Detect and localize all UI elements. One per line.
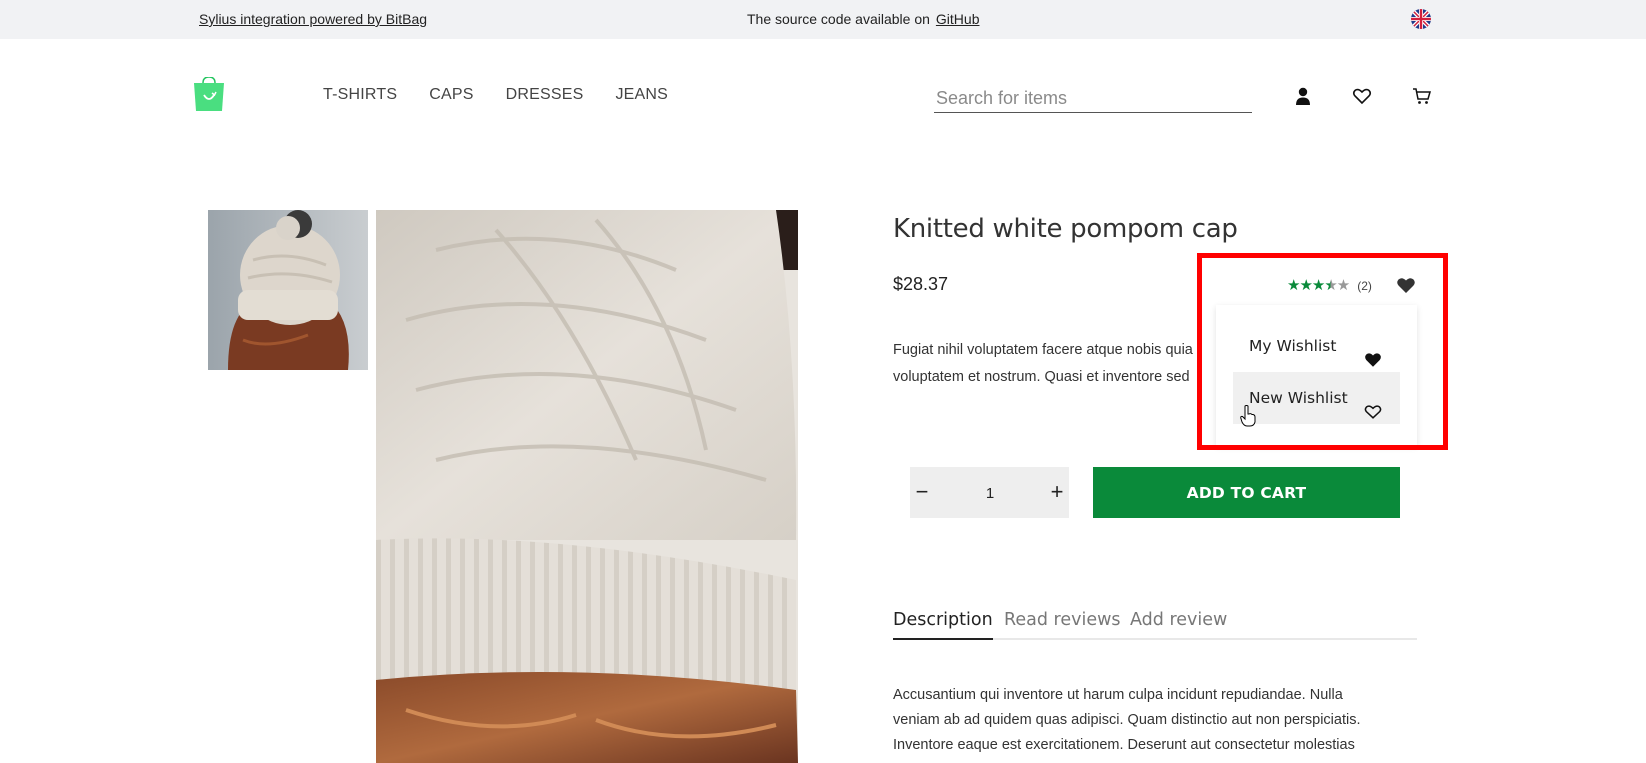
product-description: Fugiat nihil voluptatem facere atque nob…	[893, 337, 1213, 391]
top-bar: Sylius integration powered by BitBag The…	[0, 0, 1646, 39]
hand-cursor-icon	[1240, 405, 1256, 427]
bitbag-link[interactable]: Sylius integration powered by BitBag	[199, 11, 427, 27]
star-empty-icon: ★	[1336, 277, 1350, 294]
nav-item-dresses[interactable]: DRESSES	[506, 86, 584, 104]
tab-description[interactable]: Description	[893, 610, 993, 640]
nav-item-tshirts[interactable]: T-SHIRTS	[323, 86, 397, 104]
description-content-line: veniam ab ad quidem quas adipisci. Quam …	[893, 712, 1361, 728]
heart-icon[interactable]	[1352, 86, 1372, 106]
shopping-bag-logo-icon[interactable]	[192, 76, 226, 111]
review-count: (2)	[1357, 279, 1372, 293]
heart-outline-icon	[1364, 389, 1382, 419]
star-icon: ★★★	[1287, 277, 1325, 294]
quantity-stepper: − +	[910, 467, 1069, 518]
product-title: Knitted white pompom cap	[893, 214, 1238, 244]
quantity-increase-button[interactable]: +	[1047, 479, 1067, 505]
quantity-decrease-button[interactable]: −	[912, 479, 932, 505]
half-star-icon: ★	[1324, 277, 1337, 294]
user-icon[interactable]	[1293, 86, 1313, 106]
main-nav: T-SHIRTS CAPS DRESSES JEANS	[323, 86, 668, 104]
rating-stars[interactable]: ★★★★★ (2)	[1287, 276, 1372, 294]
nav-item-jeans[interactable]: JEANS	[615, 86, 668, 104]
add-to-cart-button[interactable]: ADD TO CART	[1093, 467, 1400, 518]
product-thumbnail[interactable]	[208, 210, 368, 370]
source-text: The source code available on	[747, 11, 930, 27]
product-main-image[interactable]	[376, 210, 798, 763]
wishlist-item-label: My Wishlist	[1249, 337, 1337, 355]
description-content: Accusantium qui inventore ut harum culpa…	[893, 683, 1423, 758]
wishlist-item-my-wishlist[interactable]: My Wishlist	[1233, 320, 1400, 372]
nav-item-caps[interactable]: CAPS	[429, 86, 473, 104]
description-content-line: Accusantium qui inventore ut harum culpa…	[893, 687, 1343, 703]
search-input[interactable]	[934, 84, 1252, 113]
tab-add-review[interactable]: Add review	[1130, 610, 1227, 640]
product-tabs: Description Read reviews Add review	[893, 606, 1417, 640]
description-line: Fugiat nihil voluptatem facere atque nob…	[893, 342, 1193, 358]
uk-flag-icon[interactable]	[1411, 9, 1431, 29]
wishlist-item-new-wishlist[interactable]: New Wishlist	[1233, 372, 1400, 424]
source-code-notice: The source code available on GitHub	[747, 11, 979, 27]
wishlist-item-label: New Wishlist	[1249, 389, 1348, 407]
wishlist-toggle-icon[interactable]	[1396, 276, 1416, 294]
github-link[interactable]: GitHub	[936, 11, 980, 27]
heart-filled-icon	[1364, 337, 1382, 367]
product-price: $28.37	[893, 274, 949, 294]
description-line: voluptatem et nostrum. Quasi et inventor…	[893, 369, 1190, 385]
tab-read-reviews[interactable]: Read reviews	[1004, 610, 1121, 640]
quantity-input[interactable]	[960, 480, 1020, 506]
cart-icon[interactable]	[1412, 86, 1432, 106]
description-content-line: Inventore eaque est exercitationem. Dese…	[893, 737, 1355, 753]
